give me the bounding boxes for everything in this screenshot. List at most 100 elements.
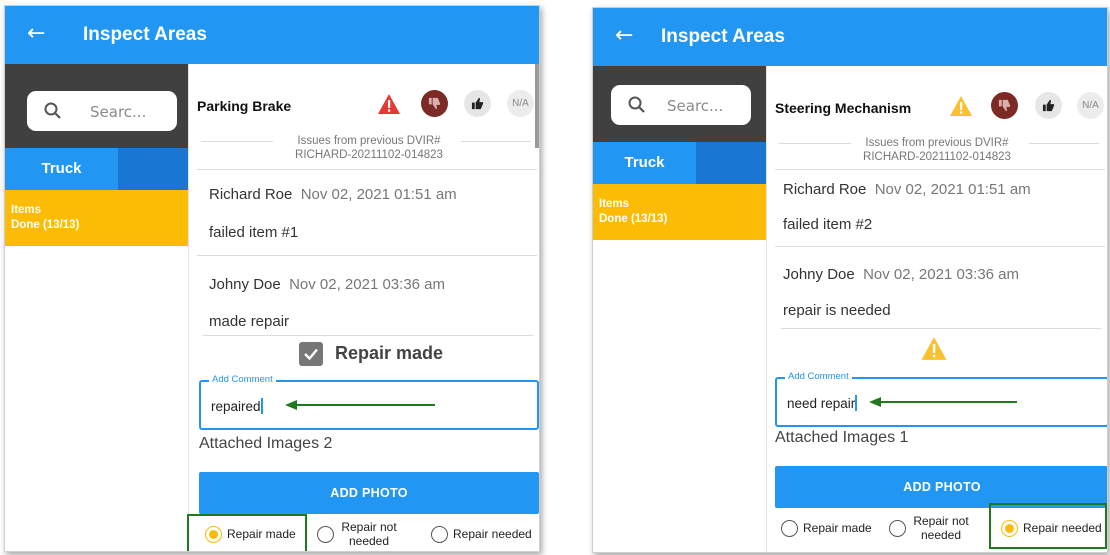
divider bbox=[775, 169, 1105, 170]
radio-label: Repair not needed bbox=[341, 520, 397, 548]
comment-date: Nov 02, 2021 03:36 am bbox=[289, 276, 446, 293]
comment-header: Johny Doe Nov 02, 2021 03:36 am bbox=[209, 276, 445, 293]
thumbs-up-icon bbox=[471, 97, 484, 110]
highlight-box bbox=[989, 503, 1107, 549]
add-comment-value: need repair bbox=[787, 395, 858, 411]
divider bbox=[201, 141, 273, 142]
divider bbox=[461, 141, 531, 142]
comment-date: Nov 02, 2021 01:51 am bbox=[874, 181, 1031, 198]
previous-issues-id: RICHARD-20211102-014823 bbox=[295, 149, 443, 161]
search-placeholder: Searc... bbox=[90, 103, 147, 121]
items-status: Done (13/13) bbox=[11, 219, 80, 231]
na-button[interactable]: N/A bbox=[507, 90, 534, 117]
comment-header: Richard Roe Nov 02, 2021 01:51 am bbox=[209, 186, 457, 203]
comment-text: failed item #2 bbox=[783, 216, 873, 233]
radio-unselected-icon bbox=[781, 520, 798, 537]
comment-author: Richard Roe bbox=[783, 181, 867, 198]
arrow-left-icon[interactable]: ← bbox=[615, 22, 633, 50]
arrow-left-icon[interactable]: ← bbox=[27, 20, 45, 48]
tab-bar: Truck bbox=[5, 148, 188, 190]
divider bbox=[197, 169, 537, 170]
sidebar-item-items[interactable]: Items Done (13/13) bbox=[593, 184, 766, 240]
search-icon bbox=[628, 96, 645, 113]
previous-issues-line1: Issues from previous DVIR# bbox=[865, 137, 1009, 149]
items-status: Done (13/13) bbox=[599, 213, 668, 225]
comment-date: Nov 02, 2021 01:51 am bbox=[300, 186, 457, 203]
search-input[interactable]: Searc... bbox=[611, 85, 751, 125]
add-comment-label: Add Comment bbox=[785, 371, 852, 383]
item-title: Steering Mechanism bbox=[775, 100, 912, 116]
previous-issues: Issues from previous DVIR# RICHARD-20211… bbox=[837, 136, 1037, 164]
radio-label: Repair needed bbox=[453, 527, 532, 541]
app-bar: ← Inspect Areas bbox=[593, 8, 1107, 66]
item-detail: Steering Mechanism N/A Issues from previ… bbox=[767, 66, 1107, 552]
radio-repair-made[interactable]: Repair made bbox=[781, 511, 881, 547]
tab-truck[interactable]: Truck bbox=[593, 142, 696, 184]
sidebar: Searc... Truck Items Done (13/13) bbox=[593, 66, 767, 552]
highlight-box bbox=[187, 514, 307, 551]
search-placeholder: Searc... bbox=[667, 97, 724, 115]
thumbs-up-button[interactable] bbox=[464, 90, 491, 117]
add-photo-button[interactable]: ADD PHOTO bbox=[775, 466, 1107, 508]
divider bbox=[197, 255, 537, 256]
tab-truck[interactable]: Truck bbox=[5, 148, 118, 190]
previous-issues-id: RICHARD-20211102-014823 bbox=[863, 151, 1011, 163]
add-comment-label: Add Comment bbox=[209, 374, 276, 386]
app-bar: ← Inspect Areas bbox=[5, 6, 539, 64]
divider bbox=[1029, 143, 1099, 144]
screenshot-panel-parking-brake: ← Inspect Areas Searc... Truck Items Don… bbox=[4, 5, 540, 552]
radio-unselected-icon bbox=[317, 526, 334, 543]
items-label: Items bbox=[599, 198, 630, 210]
comment-text: made repair bbox=[209, 313, 290, 330]
comment-header: Richard Roe Nov 02, 2021 01:51 am bbox=[783, 181, 1031, 198]
comment-date: Nov 02, 2021 03:36 am bbox=[863, 266, 1020, 283]
checkbox-checked-icon bbox=[299, 342, 323, 366]
radio-label: Repair not needed bbox=[913, 514, 969, 542]
comment-text: repair is needed bbox=[783, 302, 891, 319]
attached-images: Attached Images 1 bbox=[775, 429, 909, 446]
sidebar-header: Searc... bbox=[593, 66, 766, 142]
divider bbox=[203, 335, 533, 336]
comment-author: Johny Doe bbox=[783, 266, 855, 283]
divider bbox=[775, 246, 1105, 247]
radio-label: Repair made bbox=[803, 521, 872, 535]
warning-red-icon[interactable] bbox=[377, 93, 401, 115]
add-photo-button[interactable]: ADD PHOTO bbox=[199, 472, 539, 514]
radio-repair-not-needed[interactable]: Repair not needed bbox=[889, 511, 989, 547]
radio-unselected-icon bbox=[431, 526, 448, 543]
sidebar: Searc... Truck Items Done (13/13) bbox=[5, 64, 189, 551]
na-button[interactable]: N/A bbox=[1077, 92, 1104, 119]
radio-repair-needed[interactable]: Repair needed bbox=[431, 517, 537, 551]
search-icon bbox=[44, 102, 61, 119]
previous-issues-line1: Issues from previous DVIR# bbox=[297, 135, 441, 147]
comment-author: Johny Doe bbox=[209, 276, 281, 293]
thumbs-down-button[interactable] bbox=[991, 92, 1018, 119]
search-input[interactable]: Searc... bbox=[27, 91, 177, 131]
screenshot-panel-steering-mechanism: ← Inspect Areas Searc... Truck Items Don… bbox=[592, 7, 1108, 553]
scrollbar[interactable] bbox=[535, 64, 539, 148]
item-detail: Parking Brake N/A Issues from previous D… bbox=[187, 64, 539, 551]
tab-bar: Truck bbox=[593, 142, 766, 184]
attached-images: Attached Images 2 bbox=[199, 435, 333, 452]
app-title: Inspect Areas bbox=[83, 24, 207, 45]
warning-yellow-icon[interactable] bbox=[949, 95, 973, 117]
add-comment-value: repaired bbox=[211, 398, 263, 414]
repair-made-label: Repair made bbox=[335, 343, 444, 363]
app-title: Inspect Areas bbox=[661, 26, 785, 47]
comment-header: Johny Doe Nov 02, 2021 03:36 am bbox=[783, 266, 1019, 283]
previous-issues: Issues from previous DVIR# RICHARD-20211… bbox=[269, 134, 469, 162]
annotation-arrow-icon bbox=[869, 397, 1017, 407]
annotation-arrow-icon bbox=[285, 400, 435, 410]
thumbs-up-button[interactable] bbox=[1035, 92, 1062, 119]
sidebar-item-items[interactable]: Items Done (13/13) bbox=[5, 190, 188, 246]
thumbs-down-icon bbox=[998, 99, 1011, 112]
warning-yellow-icon bbox=[921, 337, 947, 360]
item-title: Parking Brake bbox=[197, 98, 292, 114]
radio-repair-not-needed[interactable]: Repair not needed bbox=[317, 517, 417, 551]
comment-author: Richard Roe bbox=[209, 186, 293, 203]
thumbs-down-icon bbox=[428, 97, 441, 110]
sidebar-header: Searc... bbox=[5, 64, 188, 148]
thumbs-down-button[interactable] bbox=[421, 90, 448, 117]
thumbs-up-icon bbox=[1042, 99, 1055, 112]
comment-text: failed item #1 bbox=[209, 224, 299, 241]
